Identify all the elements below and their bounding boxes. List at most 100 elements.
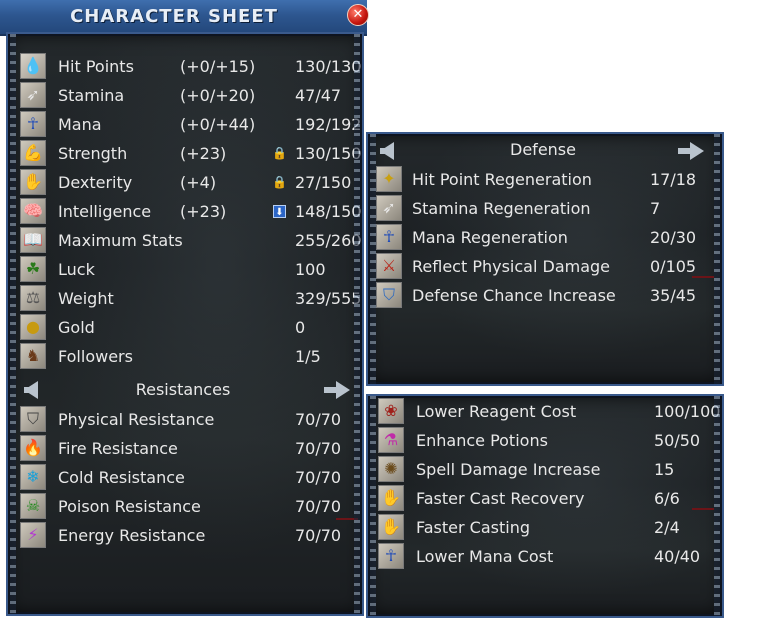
stat-modifier: (+4): [180, 173, 217, 192]
casting-value: 15: [654, 460, 675, 479]
clover-icon: ☘: [20, 256, 46, 282]
potion-icon: ⚗: [378, 427, 404, 453]
casting-value: 6/6: [654, 489, 680, 508]
prev-page-arrow-icon[interactable]: [380, 142, 394, 160]
lock-icon[interactable]: 🔒: [272, 168, 287, 197]
casting-value: 100/100: [654, 402, 721, 421]
stat-row-maximum-stats: 📖 Maximum Stats 255/260: [20, 226, 362, 255]
divider-mark: [336, 518, 358, 520]
stat-value: 1/5: [295, 347, 321, 366]
stat-row-dexterity: ✋ Dexterity (+4) 🔒 27/150: [20, 168, 360, 197]
stat-label: Intelligence: [58, 202, 152, 221]
defense-row-stamina-regen: ➶ Stamina Regeneration 7: [376, 194, 716, 223]
resistance-row-poison: ☠ Poison Resistance 70/70: [20, 492, 360, 521]
casting-row-fcr: ✋ Faster Cast Recovery 6/6: [378, 484, 718, 513]
stat-row-luck: ☘ Luck 100: [20, 255, 360, 284]
stat-label: Luck: [58, 260, 95, 279]
divider-mark: [692, 276, 714, 278]
stat-label: Followers: [58, 347, 133, 366]
stat-value: 0: [295, 318, 306, 337]
stamina-icon: ➶: [376, 195, 402, 221]
defense-value: 35/45: [650, 286, 697, 305]
casting-label: Lower Mana Cost: [416, 547, 554, 566]
defense-shield-icon: ⛉: [376, 282, 402, 308]
resistance-value: 70/70: [295, 526, 342, 545]
stat-row-followers: ♞ Followers 1/5: [20, 342, 360, 371]
resistance-row-fire: 🔥 Fire Resistance 70/70: [20, 434, 360, 463]
resistance-label: Energy Resistance: [58, 526, 206, 545]
defense-header: Defense: [510, 140, 576, 159]
casting-value: 40/40: [654, 547, 701, 566]
book-icon: 📖: [20, 227, 46, 253]
defense-label: Defense Chance Increase: [412, 286, 616, 305]
defense-row-reflect: ⚔ Reflect Physical Damage 0/105: [376, 252, 716, 281]
stat-label: Mana: [58, 115, 102, 134]
ankh-icon: ☥: [376, 224, 402, 250]
stat-row-strength: 💪 Strength (+23) 🔒 130/150: [20, 139, 362, 168]
stat-value: 329/555: [295, 289, 362, 308]
resistance-value: 70/70: [295, 410, 342, 429]
defense-row-dci: ⛉ Defense Chance Increase 35/45: [376, 281, 716, 310]
casting-row-fc: ✋ Faster Casting 2/4: [378, 513, 718, 542]
stat-down-arrow-icon[interactable]: ⬇: [273, 205, 286, 218]
stat-value: 47/47: [295, 86, 342, 105]
resistance-row-cold: ❄ Cold Resistance 70/70: [20, 463, 360, 492]
stat-modifier: (+23): [180, 202, 227, 221]
divider-mark: [692, 508, 714, 510]
defense-value: 7: [650, 199, 661, 218]
stat-row-hit-points: 💧 Hit Points (+0/+15) 130/130: [20, 52, 362, 81]
stat-modifier: (+0/+15): [180, 57, 256, 76]
resistance-row-energy: ⚡ Energy Resistance 70/70: [20, 521, 360, 550]
stat-label: Gold: [58, 318, 95, 337]
casting-label: Spell Damage Increase: [416, 460, 601, 479]
next-page-arrow-icon[interactable]: [678, 142, 704, 160]
resistance-label: Poison Resistance: [58, 497, 201, 516]
defense-label: Mana Regeneration: [412, 228, 568, 247]
casting-label: Faster Casting: [416, 518, 530, 537]
stat-value: 27/150: [295, 173, 352, 192]
stat-label: Stamina: [58, 86, 125, 105]
defense-value: 0/105: [650, 257, 697, 276]
stat-label: Maximum Stats: [58, 231, 183, 250]
casting-label: Faster Cast Recovery: [416, 489, 585, 508]
stamina-icon: ➶: [20, 82, 46, 108]
stat-value: 255/260: [295, 231, 362, 250]
snowflake-icon: ❄: [20, 464, 46, 490]
close-icon[interactable]: ✕: [347, 4, 369, 26]
stat-row-mana: ☥ Mana (+0/+44) 192/192: [20, 110, 361, 139]
regeneration-icon: ✦: [376, 166, 402, 192]
next-page-arrow-icon[interactable]: [324, 381, 350, 399]
defense-label: Stamina Regeneration: [412, 199, 591, 218]
title-bar[interactable]: CHARACTER SHEET ✕: [0, 0, 369, 36]
stat-value: 130/130: [295, 57, 362, 76]
resistance-value: 70/70: [295, 439, 342, 458]
weight-icon: ⚖: [20, 285, 46, 311]
defense-label: Reflect Physical Damage: [412, 257, 611, 276]
stats-panel: 💧 Hit Points (+0/+15) 130/130 ➶ Stamina …: [6, 32, 364, 616]
casting-row-enhance-potions: ⚗ Enhance Potions 50/50: [378, 426, 718, 455]
casting-value: 2/4: [654, 518, 680, 537]
defense-value: 20/30: [650, 228, 697, 247]
blood-drop-icon: 💧: [20, 53, 46, 79]
casting-row-lmc: ☥ Lower Mana Cost 40/40: [378, 542, 718, 571]
spell-damage-icon: ✺: [378, 456, 404, 482]
gold-coins-icon: ●: [20, 314, 46, 340]
casting-row-sdi: ✺ Spell Damage Increase 15: [378, 455, 718, 484]
casting-label: Enhance Potions: [416, 431, 548, 450]
lock-icon[interactable]: 🔒: [272, 139, 287, 168]
resistance-label: Physical Resistance: [58, 410, 215, 429]
stat-value: 148/150: [295, 202, 362, 221]
stat-label: Hit Points: [58, 57, 134, 76]
dexterity-icon: ✋: [20, 169, 46, 195]
casting-row-lrc: ❀ Lower Reagent Cost 100/100: [378, 397, 721, 426]
defense-row-mana-regen: ☥ Mana Regeneration 20/30: [376, 223, 716, 252]
defense-panel: Defense ✦ Hit Point Regeneration 17/18 ➶…: [366, 132, 724, 386]
window-title: CHARACTER SHEET: [70, 6, 278, 27]
stat-row-weight: ⚖ Weight 329/555: [20, 284, 362, 313]
stat-modifier: (+0/+44): [180, 115, 256, 134]
defense-row-hp-regen: ✦ Hit Point Regeneration 17/18: [376, 165, 716, 194]
prev-page-arrow-icon[interactable]: [24, 381, 38, 399]
stat-row-stamina: ➶ Stamina (+0/+20) 47/47: [20, 81, 360, 110]
stat-label: Strength: [58, 144, 128, 163]
stat-value: 130/150: [295, 144, 362, 163]
